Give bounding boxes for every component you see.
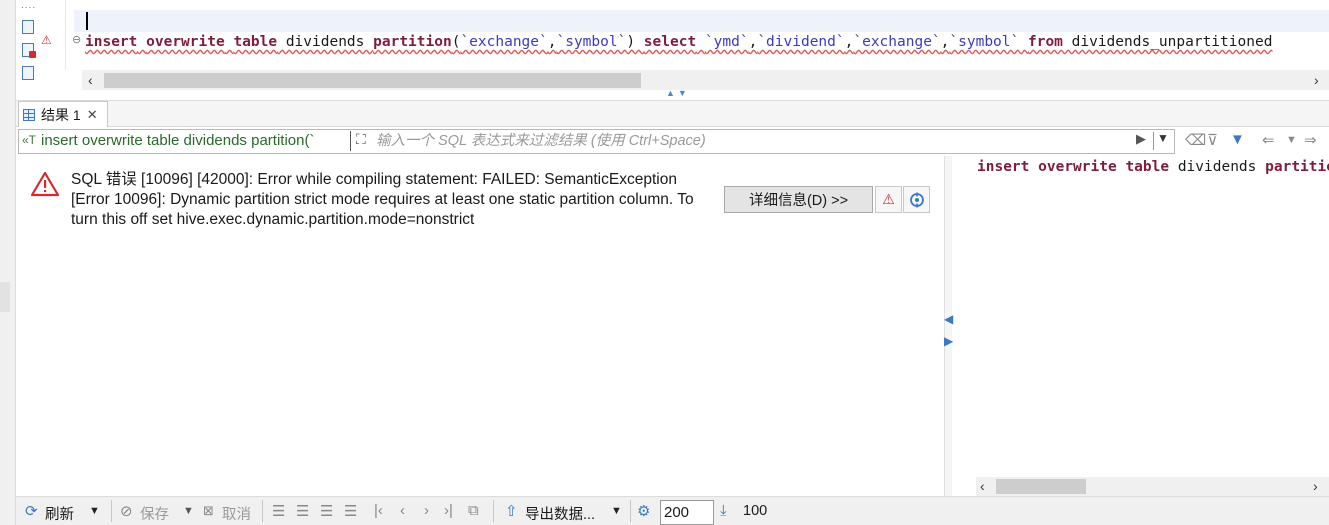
export-icon[interactable]: ⇧: [505, 502, 518, 520]
sql-text: ,: [748, 34, 758, 50]
left-panel-handle[interactable]: [0, 282, 10, 312]
warning-icon[interactable]: ⚠: [41, 33, 52, 47]
text-caret: [86, 12, 88, 30]
error-settings-icon[interactable]: [903, 186, 930, 213]
execute-script-icon[interactable]: [22, 20, 34, 34]
expand-icon[interactable]: ⛶: [356, 131, 366, 148]
save-button[interactable]: 保存: [140, 503, 169, 524]
error-log-icon[interactable]: ⚠: [875, 186, 902, 213]
preview-scrollbar-thumb[interactable]: [996, 479, 1086, 494]
next-page-icon[interactable]: ›: [424, 502, 429, 519]
left-panel-strip: [0, 0, 16, 525]
sql-keyword: table: [233, 34, 278, 50]
clear-filter-icon[interactable]: ⊽: [1207, 131, 1218, 149]
last-page-icon[interactable]: ›|: [444, 502, 453, 519]
sql-identifier: `symbol`: [949, 34, 1020, 50]
add-row-icon[interactable]: ☰: [296, 502, 309, 520]
tab-results-1[interactable]: 结果 1 ✕: [18, 101, 108, 127]
toolbar-divider: [111, 500, 112, 522]
sql-identifier: `ymd`: [704, 34, 749, 50]
sql-identifier: `dividend`: [757, 34, 845, 50]
filter-input[interactable]: [376, 131, 1116, 151]
export-dropdown-icon[interactable]: ▼: [611, 505, 622, 517]
editor-scrollbar-thumb[interactable]: [104, 73, 641, 88]
save-icon[interactable]: ⊘: [120, 502, 133, 520]
sql-identifier: `symbol`: [556, 34, 627, 50]
sql-text: dividends: [1169, 159, 1266, 175]
sql-keyword: table: [1125, 159, 1170, 175]
first-page-icon[interactable]: |‹: [374, 502, 383, 519]
toolbar-divider: [630, 500, 631, 522]
sql-statement-line[interactable]: insert overwrite table dividends partiti…: [85, 32, 1272, 52]
gear-icon[interactable]: ⚙: [637, 502, 650, 520]
sql-identifier: `exchange`: [460, 34, 548, 50]
sql-keyword: partition: [1265, 159, 1329, 175]
error-message: SQL 错误 [10096] [42000]: Error while comp…: [71, 171, 694, 228]
scroll-left-arrow-icon[interactable]: ‹: [88, 72, 93, 88]
sql-keyword: insert: [977, 159, 1030, 175]
cancel-button[interactable]: 取消: [222, 503, 251, 524]
filter-query-text[interactable]: insert overwrite table dividends partiti…: [41, 132, 349, 149]
eraser-icon[interactable]: ⌫: [1185, 131, 1206, 149]
sql-keyword: from: [1027, 34, 1063, 50]
tab-label: 结果 1: [41, 106, 81, 123]
copy-row-icon[interactable]: ☰: [320, 502, 333, 520]
error-triangle-icon: [30, 171, 60, 200]
export-data-button[interactable]: 导出数据...: [525, 503, 595, 524]
cancel-icon[interactable]: ⊠: [203, 503, 214, 519]
sql-preview-panel: [976, 156, 1329, 496]
apply-filter-icon[interactable]: ▶: [1136, 131, 1146, 147]
results-tab-strip: [16, 100, 1329, 127]
fetched-rows-count: 100: [743, 503, 768, 519]
sql-keyword: partition: [373, 34, 452, 50]
sql-text: dividends_unpartitioned: [1062, 34, 1273, 50]
save-dropdown-icon[interactable]: ▼: [183, 505, 194, 517]
close-icon[interactable]: ✕: [87, 107, 98, 123]
text-filter-icon: «T: [22, 133, 37, 147]
sql-preview-text[interactable]: insert overwrite table dividends partiti…: [977, 157, 1329, 177]
scroll-right-arrow-icon[interactable]: ›: [1314, 72, 1319, 88]
sql-identifier: `exchange`: [853, 34, 941, 50]
splitter-toggle-icon[interactable]: ◀ ▶: [944, 308, 953, 352]
filter-caret-divider: [350, 131, 351, 151]
result-grid-icon: [23, 108, 35, 121]
max-rows-input[interactable]: [660, 500, 714, 525]
back-history-dropdown-icon[interactable]: ▼: [1286, 134, 1297, 146]
editor-results-splitter-icon[interactable]: ▲▼: [666, 88, 690, 98]
delete-row-icon[interactable]: ☰: [344, 502, 357, 520]
scroll-right-arrow-icon[interactable]: ›: [1313, 478, 1318, 494]
previous-page-icon[interactable]: ‹: [400, 502, 405, 519]
sql-keyword: overwrite: [1038, 159, 1117, 175]
sql-text: dividends: [277, 34, 374, 50]
refresh-dropdown-icon[interactable]: ▼: [89, 505, 100, 517]
edit-row-icon[interactable]: ☰: [272, 502, 285, 520]
scroll-left-arrow-icon[interactable]: ‹: [980, 478, 985, 494]
filter-history-dropdown-icon[interactable]: ▼: [1157, 131, 1169, 145]
sql-text: ): [626, 34, 644, 50]
current-line-highlight[interactable]: [74, 10, 1329, 32]
fetch-all-icon[interactable]: ⧉: [468, 502, 479, 519]
refresh-button[interactable]: 刷新: [45, 503, 74, 524]
error-badge-icon: [29, 51, 36, 58]
details-button[interactable]: 详细信息(D) >>: [724, 186, 873, 213]
sql-keyword: overwrite: [146, 34, 225, 50]
back-arrow-icon[interactable]: ⇐: [1262, 131, 1275, 149]
fold-collapse-icon[interactable]: ⊖: [72, 33, 81, 46]
refresh-icon[interactable]: ⟳: [25, 502, 38, 520]
forward-arrow-icon[interactable]: ⇒: [1304, 131, 1317, 149]
filter-funnel-icon[interactable]: ▼: [1230, 131, 1245, 148]
fetched-rows-icon: ⤓: [720, 502, 727, 519]
sql-keyword: insert: [85, 34, 138, 50]
explain-plan-icon[interactable]: [22, 66, 34, 80]
toolbar-divider: [262, 500, 263, 522]
editor-ruler-dots: ....: [21, 0, 37, 11]
filter-divider: [1153, 132, 1154, 150]
toolbar-divider: [493, 500, 494, 522]
sql-keyword: select: [643, 34, 697, 50]
